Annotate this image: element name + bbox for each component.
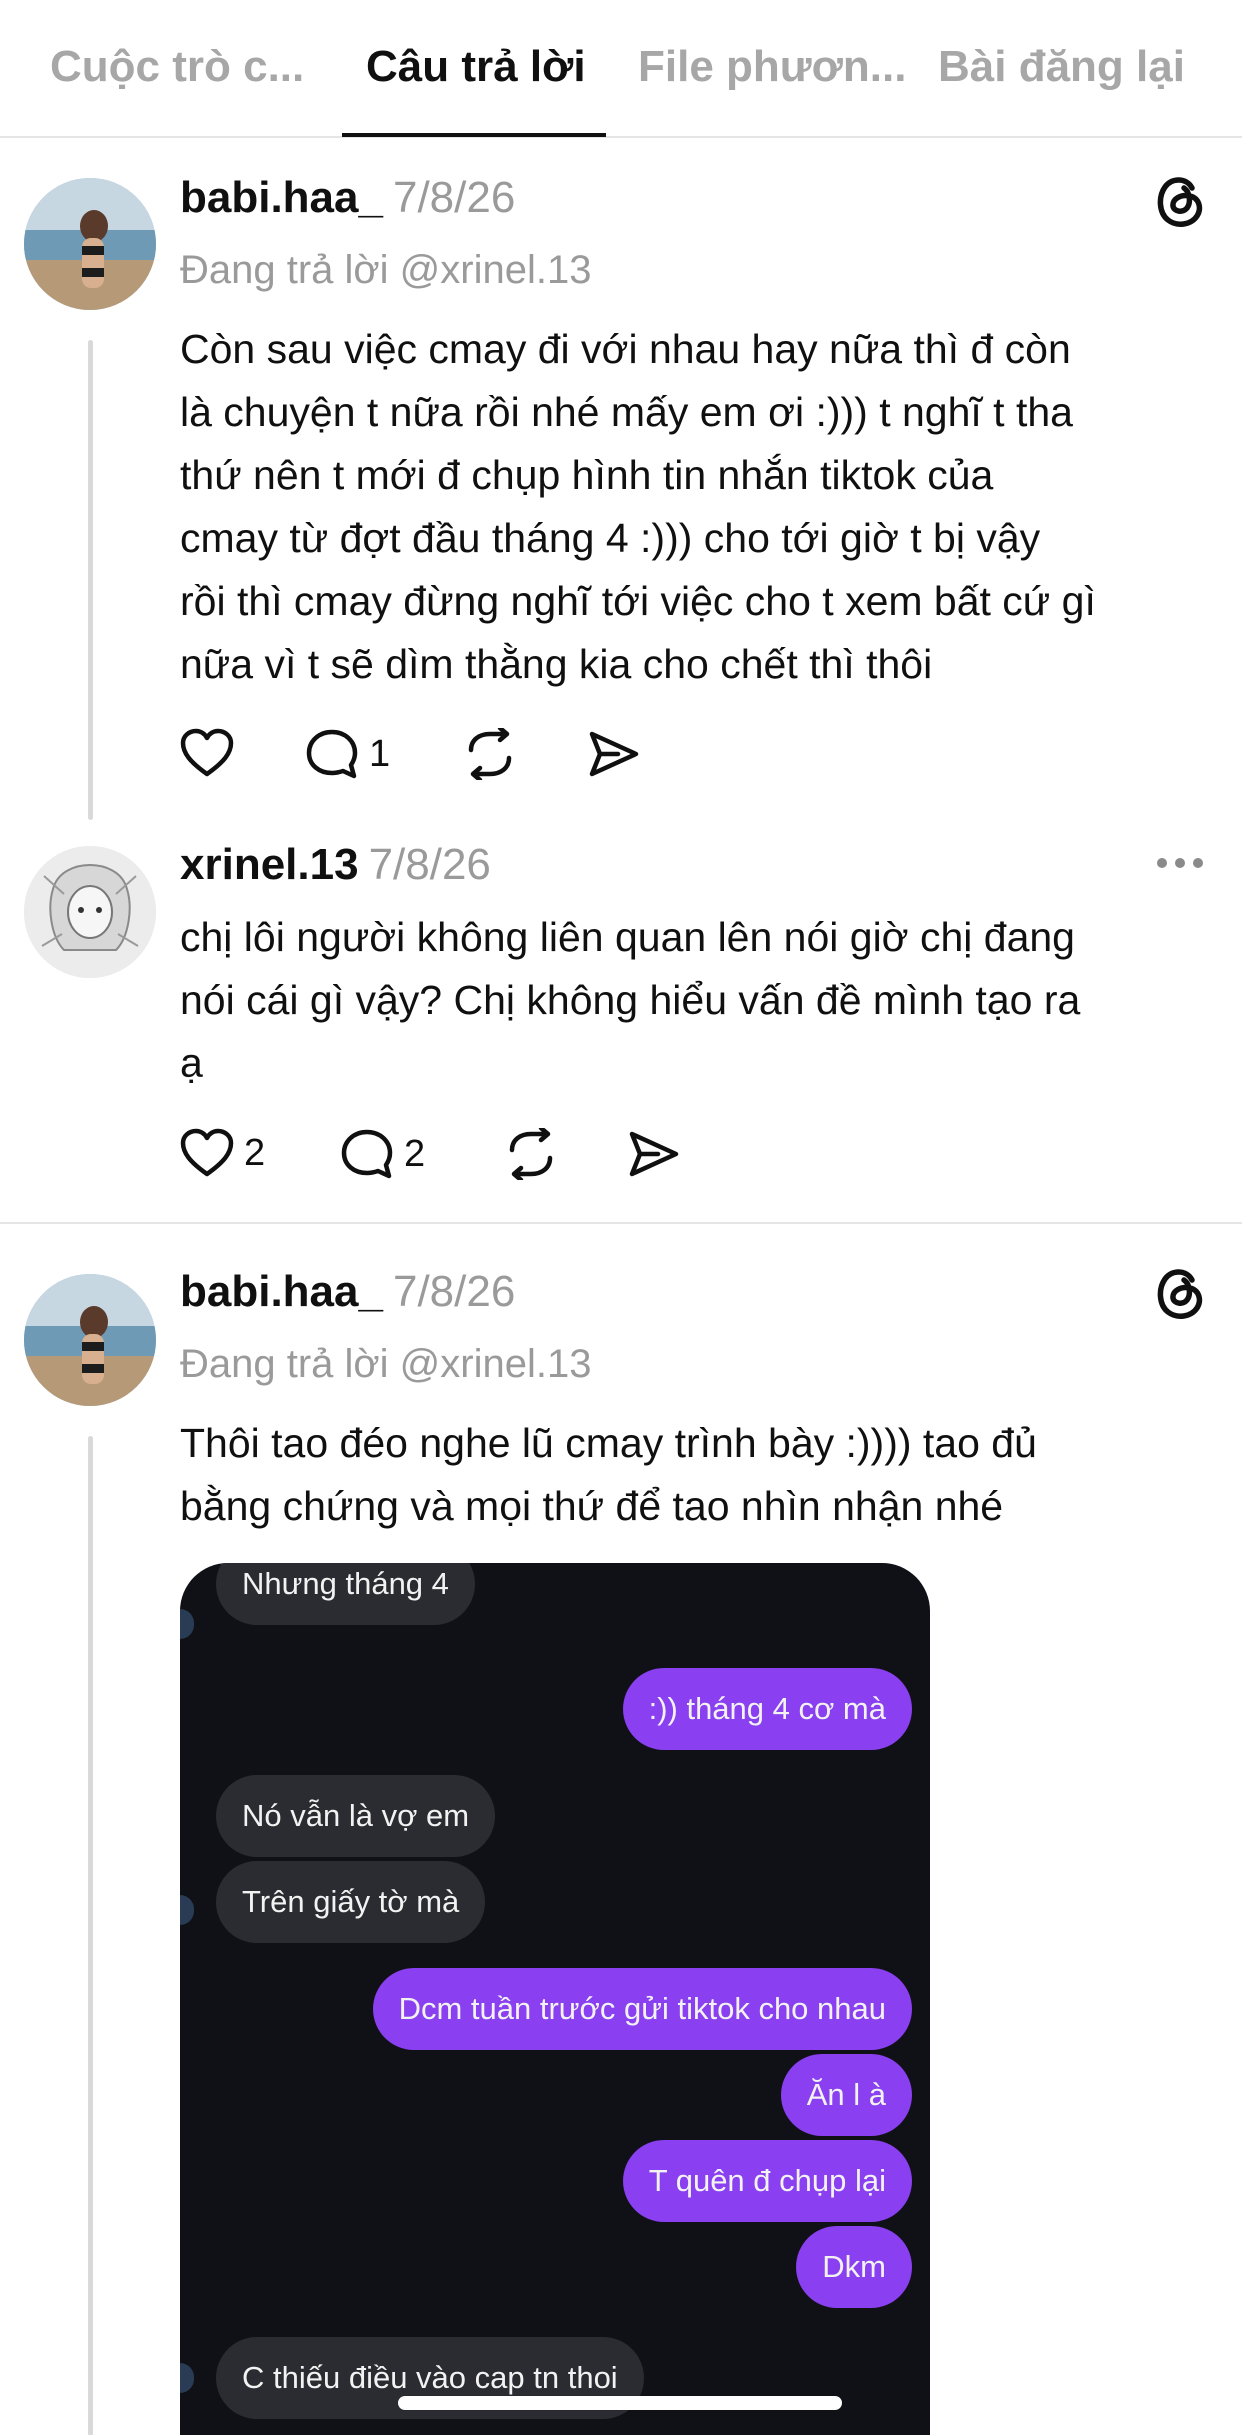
avatar-edge: [180, 2363, 194, 2393]
post-text-line: nữa vì t sẽ dìm thằng kia cho chết thì t…: [180, 641, 933, 687]
repost-button[interactable]: [462, 728, 518, 780]
post-header: babi.haa_ 7/8/26: [180, 1267, 515, 1317]
avatar[interactable]: [24, 178, 156, 310]
post-header: xrinel.13 7/8/26: [180, 840, 491, 890]
more-options-icon[interactable]: [1154, 855, 1206, 871]
chat-bubble-incoming: Nó vẫn là vợ em: [216, 1775, 496, 1857]
tab-reposts[interactable]: Bài đăng lại: [938, 42, 1185, 92]
thread-line: [88, 1436, 93, 2435]
chat-bubble-outgoing: :)) tháng 4 cơ mà: [622, 1668, 912, 1750]
share-button[interactable]: [628, 1130, 680, 1178]
share-button[interactable]: [588, 730, 640, 778]
like-button[interactable]: 2: [180, 1128, 265, 1178]
reply-to-label[interactable]: Đang trả lời @xrinel.13: [180, 1342, 591, 1387]
post-body: Thôi tao đéo nghe lũ cmay trình bày :)))…: [180, 1412, 1037, 1538]
avatar-photo-icon: [24, 1274, 156, 1406]
reply-count: 2: [404, 1132, 426, 1175]
username[interactable]: babi.haa_: [180, 1267, 383, 1316]
reply-button[interactable]: 2: [340, 1128, 425, 1180]
post-text-line: thứ nên t mới đ chụp hình tin nhắn tikto…: [180, 452, 994, 498]
heart-icon: [180, 728, 234, 777]
username[interactable]: babi.haa_: [180, 173, 383, 222]
chat-bubble-incoming: Trên giấy tờ mà: [216, 1861, 486, 1943]
post-date: 7/8/26: [392, 173, 516, 222]
threads-logo-icon[interactable]: [1154, 1264, 1206, 1320]
username[interactable]: xrinel.13: [180, 840, 359, 889]
post-text-line: chị lôi người không liên quan lên nói gi…: [180, 914, 1075, 960]
avatar-photo-icon: [24, 178, 156, 310]
post-date: 7/8/26: [392, 1267, 516, 1316]
active-tab-indicator: [342, 133, 606, 137]
comment-bubble-icon: [306, 729, 358, 779]
post-text-line: ạ: [180, 1040, 203, 1086]
like-button[interactable]: [180, 728, 234, 778]
post-text-line: bằng chứng và mọi thứ để tao nhìn nhận n…: [180, 1483, 1004, 1529]
post-text-line: rồi thì cmay đừng nghĩ tới việc cho t xe…: [180, 578, 1096, 624]
post-divider: [0, 1222, 1242, 1224]
like-count: 2: [244, 1131, 266, 1174]
reply-to-label[interactable]: Đang trả lời @xrinel.13: [180, 248, 591, 293]
post-body: Còn sau việc cmay đi với nhau hay nữa th…: [180, 318, 1096, 696]
chat-bubble-outgoing: Dcm tuần trước gửi tiktok cho nhau: [372, 1968, 912, 2050]
send-icon: [629, 1131, 679, 1177]
repost-button[interactable]: [503, 1128, 559, 1180]
post-header: babi.haa_ 7/8/26: [180, 173, 515, 223]
post-date: 7/8/26: [368, 840, 491, 889]
attached-screenshot[interactable]: Nhưng tháng 4 :)) tháng 4 cơ mà Nó vẫn l…: [180, 1563, 930, 2435]
avatar-edge: [180, 1609, 194, 1639]
tab-replies[interactable]: Câu trả lời: [366, 42, 586, 92]
tab-conversations[interactable]: Cuộc trò c...: [50, 42, 304, 92]
heart-icon: [180, 1128, 234, 1177]
avatar[interactable]: [24, 1274, 156, 1406]
send-icon: [589, 731, 639, 777]
post-text-line: là chuyện t nữa rồi nhé mấy em ơi :))) t…: [180, 389, 1073, 435]
avatar[interactable]: [24, 846, 156, 978]
post-text-line: cmay từ đợt đầu tháng 4 :))) cho tới giờ…: [180, 515, 1041, 561]
thread-line: [88, 340, 93, 820]
chat-bubble-outgoing: Dkm: [796, 2226, 912, 2308]
post-text-line: Còn sau việc cmay đi với nhau hay nữa th…: [180, 326, 1071, 372]
chat-bubble-outgoing: T quên đ chụp lại: [622, 2140, 912, 2222]
repost-icon: [468, 728, 512, 780]
avatar-edge: [180, 1895, 194, 1925]
reply-count: 1: [369, 732, 391, 775]
threads-logo-icon[interactable]: [1154, 172, 1206, 228]
avatar-drawing-icon: [24, 846, 156, 978]
reply-button[interactable]: 1: [305, 728, 390, 780]
post-text-line: nói cái gì vậy? Chị không hiểu vấn đề mì…: [180, 977, 1081, 1023]
post-body: chị lôi người không liên quan lên nói gi…: [180, 906, 1080, 1095]
repost-icon: [509, 1128, 553, 1180]
tab-bar: Cuộc trò c... Câu trả lời File phươn... …: [0, 0, 1242, 138]
chat-bubble-incoming: Nhưng tháng 4: [216, 1563, 475, 1625]
comment-bubble-icon: [341, 1129, 393, 1179]
tab-files[interactable]: File phươn...: [638, 42, 906, 92]
home-indicator: [398, 2396, 842, 2410]
post-text-line: Thôi tao đéo nghe lũ cmay trình bày :)))…: [180, 1420, 1037, 1466]
chat-bubble-outgoing: Ăn l à: [780, 2054, 912, 2136]
